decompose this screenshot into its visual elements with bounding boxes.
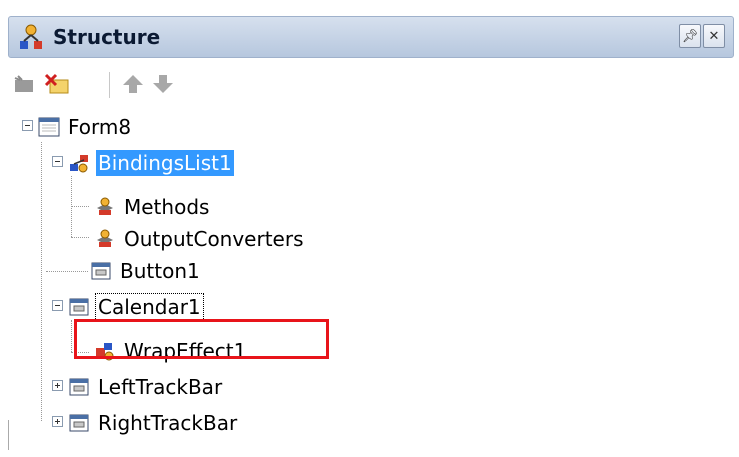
expand-toggle[interactable] (52, 380, 63, 391)
structure-icon (20, 24, 42, 49)
tree-item-button1[interactable]: Button1 (90, 256, 202, 286)
tree-item-label: OutputConverters (124, 227, 304, 251)
tree-line (41, 142, 42, 421)
tree-line (71, 237, 89, 238)
component-icon (69, 378, 89, 396)
delete-item-icon[interactable] (44, 72, 70, 96)
tree-item-form8[interactable]: Form8 (38, 112, 133, 142)
collapse-toggle[interactable] (52, 156, 63, 167)
structure-tree: Form8 BindingsList1 Methods OutputConver… (8, 110, 734, 440)
bindingslist-icon (70, 155, 88, 173)
move-down-icon[interactable] (150, 72, 176, 96)
component-icon (69, 414, 89, 432)
pin-button[interactable]: 📌︎ (679, 24, 701, 48)
pin-icon: 📌︎ (681, 28, 699, 44)
tree-item-lefttrackbar[interactable]: LeftTrackBar (68, 372, 224, 402)
tree-item-label: Form8 (68, 115, 132, 139)
tree-item-righttrackbar[interactable]: RightTrackBar (68, 408, 239, 438)
add-item-icon[interactable] (12, 72, 38, 96)
component-icon (69, 298, 89, 316)
panel-title: Structure (53, 25, 161, 49)
tree-item-label: BindingsList1 (96, 150, 234, 176)
close-icon: ✕ (708, 28, 720, 44)
category-icon (97, 197, 113, 215)
collapse-toggle[interactable] (52, 300, 63, 311)
form-icon (38, 117, 60, 137)
tree-item-label: LeftTrackBar (98, 375, 223, 399)
tree-item-label: Calendar1 (95, 293, 204, 321)
panel-border (8, 420, 9, 450)
panel-toolbar (8, 66, 308, 102)
toolbar-separator (109, 72, 110, 98)
component-icon (91, 262, 111, 280)
tree-item-label: RightTrackBar (98, 411, 238, 435)
tree-item-label: Button1 (120, 259, 200, 283)
structure-panel: Structure 📌︎ ✕ Form8 BindingsList1 Metho… (8, 10, 734, 451)
collapse-toggle[interactable] (22, 120, 33, 131)
tree-item-methods[interactable]: Methods (94, 192, 211, 222)
panel-titlebar[interactable]: Structure 📌︎ ✕ (8, 16, 734, 58)
tree-item-label: Methods (124, 195, 210, 219)
tree-item-calendar1[interactable]: Calendar1 (68, 292, 204, 322)
expand-toggle[interactable] (52, 416, 63, 427)
tree-item-bindingslist1[interactable]: BindingsList1 (68, 148, 234, 178)
highlight-box (74, 319, 329, 359)
tree-line (71, 320, 72, 352)
close-button[interactable]: ✕ (703, 24, 725, 48)
category-icon (97, 229, 113, 247)
tree-line (71, 206, 89, 207)
tree-item-outputconverters[interactable]: OutputConverters (94, 224, 306, 254)
tree-line (46, 271, 88, 272)
move-up-icon[interactable] (120, 72, 146, 96)
